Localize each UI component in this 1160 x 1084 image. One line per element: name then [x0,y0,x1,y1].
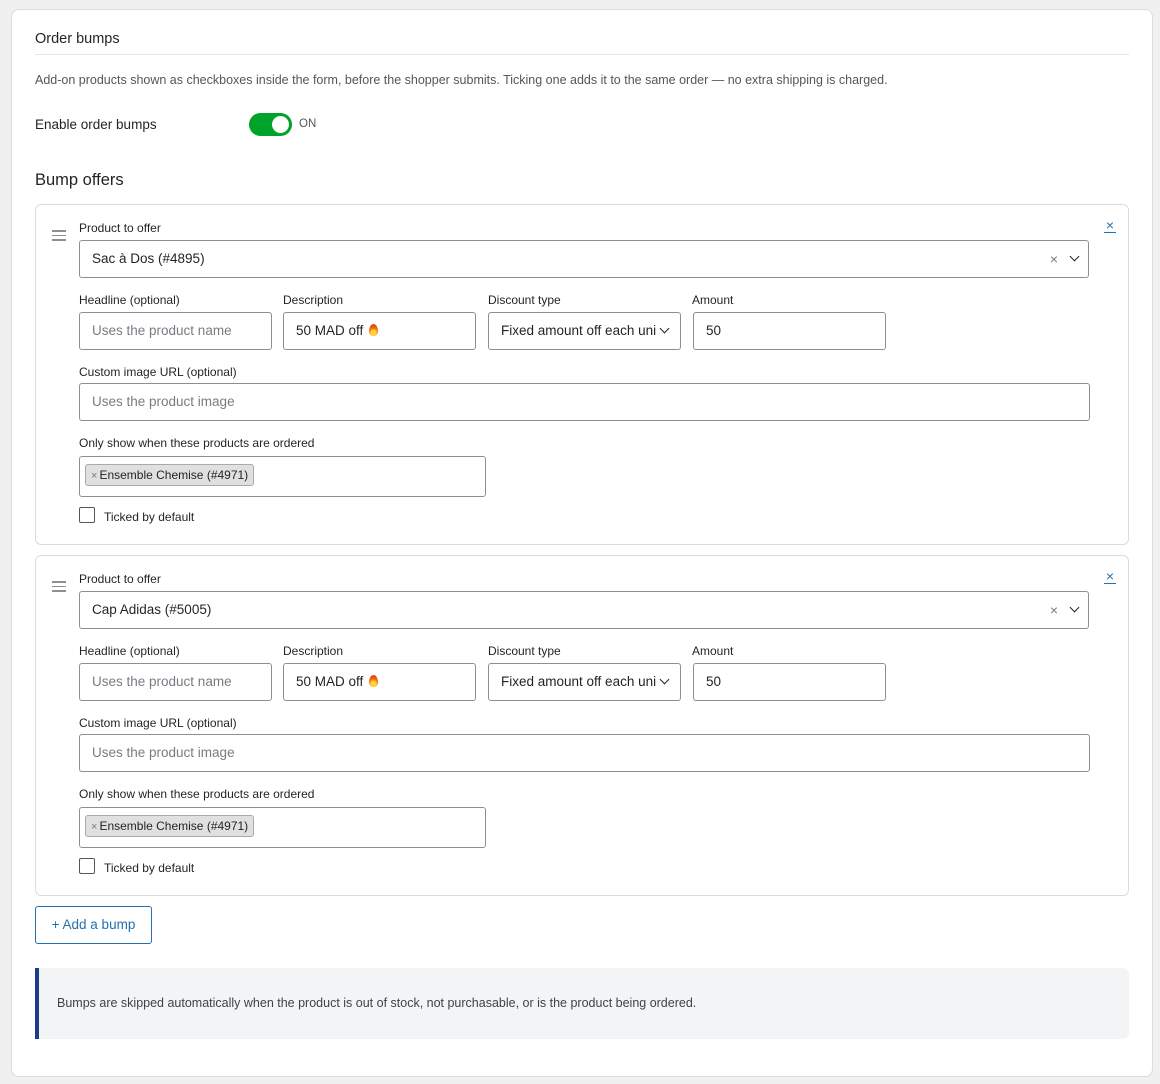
ticked-by-default-checkbox[interactable] [79,858,95,874]
remove-tag-icon[interactable]: × [91,470,97,482]
info-notice: Bumps are skipped automatically when the… [35,968,1129,1039]
bump-offers-title: Bump offers [35,171,124,189]
section-description: Add-on products shown as checkboxes insi… [35,73,888,87]
description-value: 50 MAD off [296,323,364,338]
order-bumps-panel: Order bumps Add-on products shown as che… [11,9,1153,1077]
divider [35,54,1129,55]
product-select[interactable]: Sac à Dos (#4895) × [79,240,1089,278]
headline-label: Headline (optional) [79,293,180,307]
trigger-product-tag[interactable]: × Ensemble Chemise (#4971) [85,464,255,486]
description-input[interactable]: 50 MAD off [283,312,476,350]
image-url-input[interactable]: Uses the product image [79,383,1090,421]
trigger-product-label: Ensemble Chemise (#4971) [99,468,249,482]
chevron-down-icon [659,323,670,334]
product-label: Product to offer [79,572,161,586]
enable-order-bumps-toggle[interactable] [249,113,292,136]
clear-icon[interactable]: × [1050,241,1058,277]
product-select-value: Cap Adidas (#5005) [92,602,212,617]
amount-label: Amount [692,644,734,658]
remove-tag-icon[interactable]: × [91,821,97,833]
drag-handle-icon[interactable] [52,581,66,595]
add-bump-button[interactable]: + Add a bump [35,906,152,944]
ticked-by-default-label: Ticked by default [104,861,195,875]
trigger-products-select[interactable]: × Ensemble Chemise (#4971) [79,456,486,497]
amount-input[interactable]: 50 [693,312,886,350]
only-show-label: Only show when these products are ordere… [79,787,315,801]
description-label: Description [283,644,344,658]
trigger-products-select[interactable]: × Ensemble Chemise (#4971) [79,807,486,848]
chevron-down-icon [659,674,670,685]
enable-order-bumps-label: Enable order bumps [35,117,157,132]
image-url-label: Custom image URL (optional) [79,716,237,730]
discount-type-select[interactable]: Fixed amount off each uni [488,663,681,701]
discount-type-select[interactable]: Fixed amount off each uni [488,312,681,350]
drag-handle-icon[interactable] [52,230,66,244]
discount-type-value: Fixed amount off each uni [501,674,657,689]
bump-offer-card: × Product to offer Cap Adidas (#5005) × … [35,555,1129,896]
image-url-input[interactable]: Uses the product image [79,734,1090,772]
only-show-label: Only show when these products are ordere… [79,436,315,450]
product-select[interactable]: Cap Adidas (#5005) × [79,591,1089,629]
toggle-knob [272,116,289,133]
section-title: Order bumps [35,31,120,47]
product-select-value: Sac à Dos (#4895) [92,251,205,266]
ticked-by-default-checkbox[interactable] [79,507,95,523]
headline-input[interactable]: Uses the product name [79,312,272,350]
headline-label: Headline (optional) [79,644,180,658]
discount-type-label: Discount type [488,644,561,658]
toggle-state-label: ON [299,118,317,130]
chevron-down-icon [1069,251,1080,262]
chevron-down-icon [1069,602,1080,613]
description-label: Description [283,293,344,307]
image-url-label: Custom image URL (optional) [79,365,237,379]
trigger-product-label: Ensemble Chemise (#4971) [99,819,249,833]
bump-offer-card: × Product to offer Sac à Dos (#4895) × H… [35,204,1129,545]
headline-input[interactable]: Uses the product name [79,663,272,701]
discount-type-value: Fixed amount off each uni [501,323,657,338]
amount-label: Amount [692,293,734,307]
amount-input[interactable]: 50 [693,663,886,701]
description-value: 50 MAD off [296,674,364,689]
clear-icon[interactable]: × [1050,592,1058,628]
fire-emoji-icon [369,675,379,687]
notice-text: Bumps are skipped automatically when the… [57,996,697,1010]
discount-type-label: Discount type [488,293,561,307]
trigger-product-tag[interactable]: × Ensemble Chemise (#4971) [85,815,255,837]
product-label: Product to offer [79,221,161,235]
ticked-by-default-label: Ticked by default [104,510,195,524]
close-icon[interactable]: × [1104,218,1116,233]
close-icon[interactable]: × [1104,569,1116,584]
fire-emoji-icon [369,324,379,336]
description-input[interactable]: 50 MAD off [283,663,476,701]
